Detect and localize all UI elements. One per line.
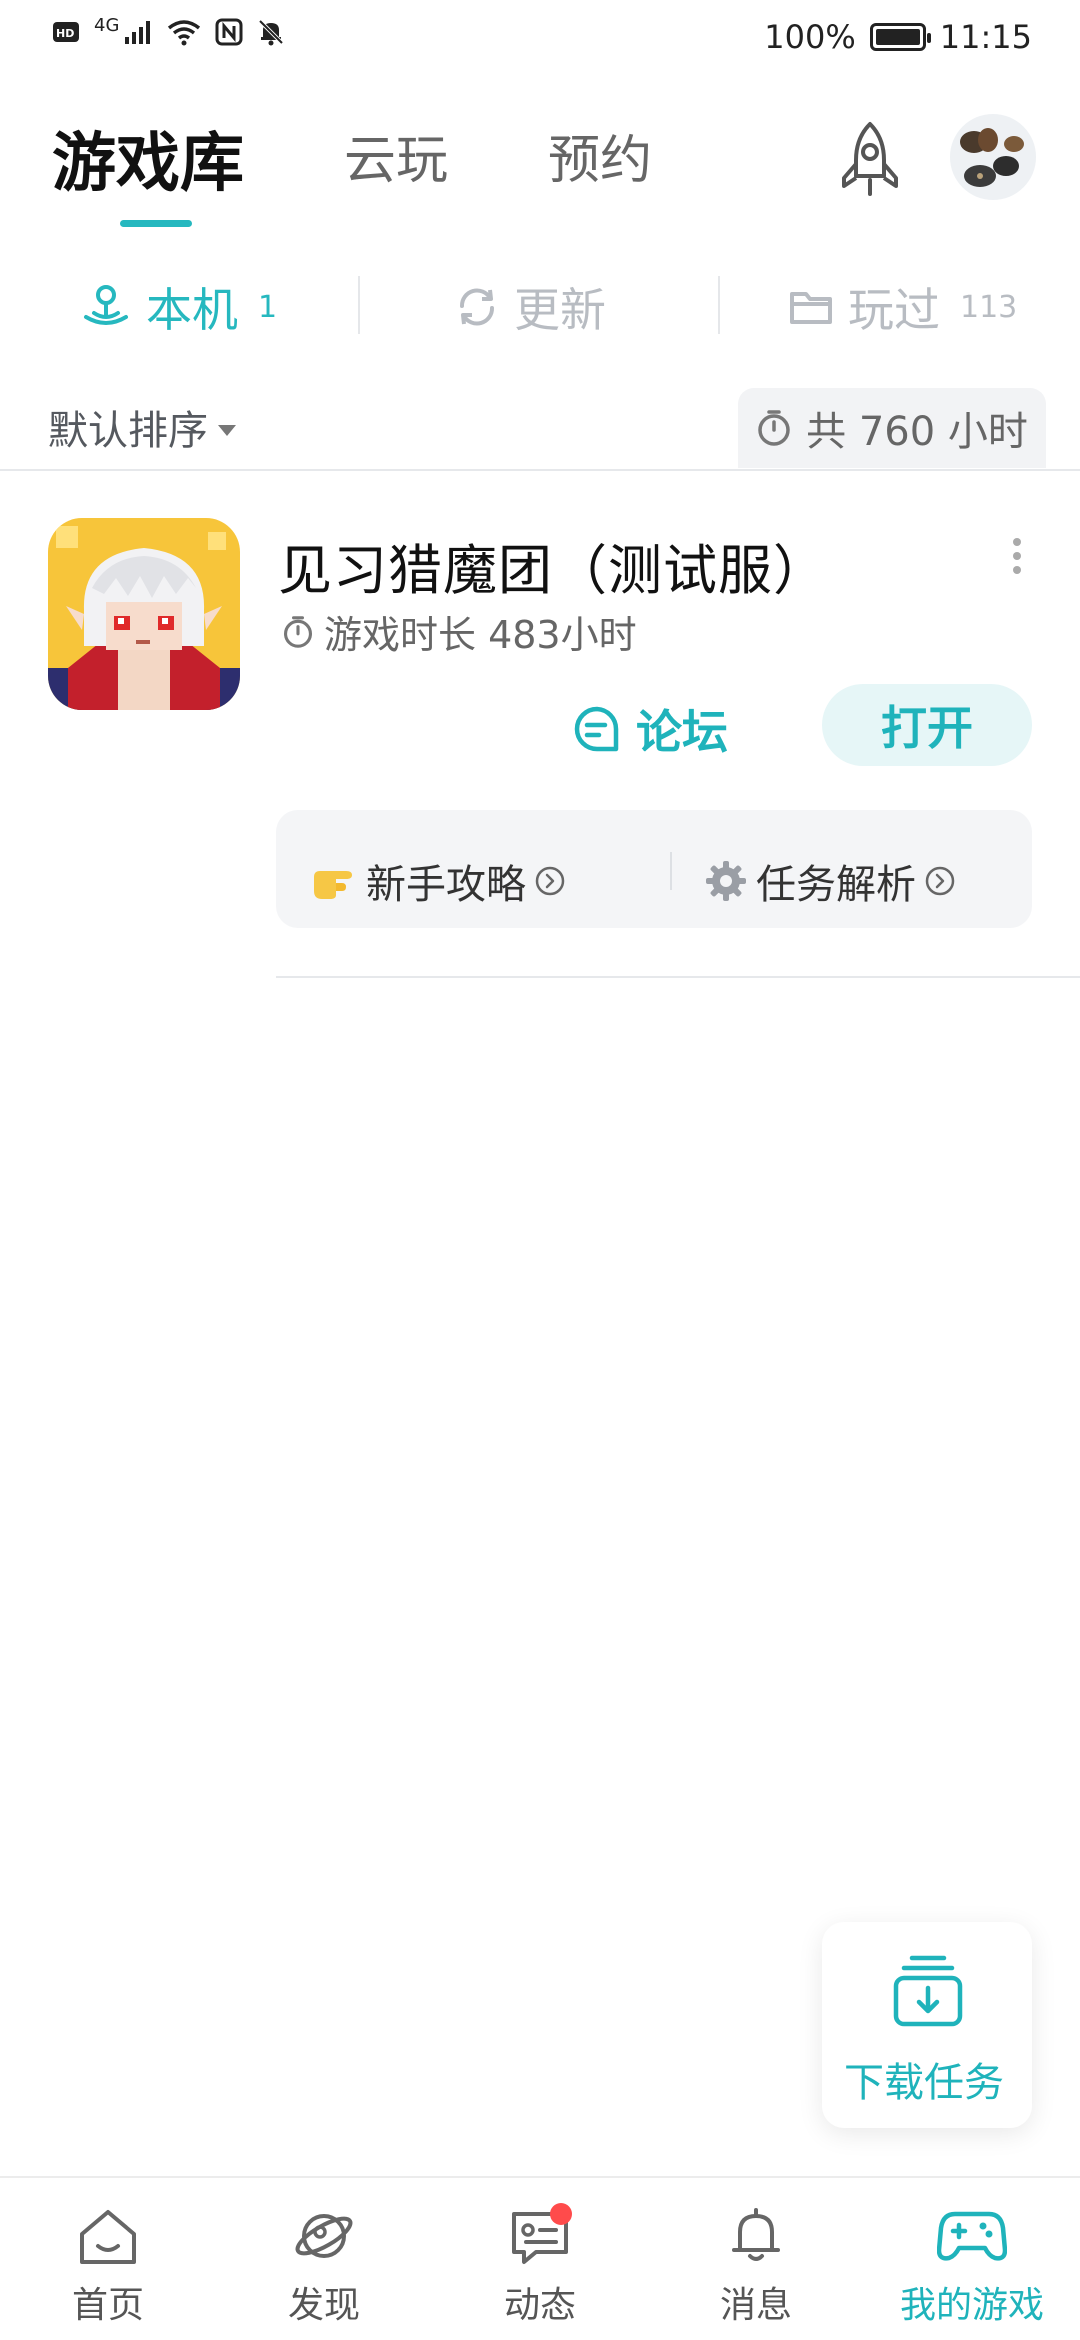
- nav-feed-label: 动态: [503, 2285, 576, 2326]
- sort-label: 默认排序: [48, 408, 208, 454]
- nav-messages[interactable]: 消息: [648, 2206, 864, 2328]
- active-tab-indicator: [120, 220, 192, 227]
- tab-game-library[interactable]: 游戏库: [52, 112, 244, 204]
- wifi-icon: [168, 20, 201, 46]
- avatar[interactable]: [950, 114, 1036, 200]
- battery-percent: 100%: [764, 18, 856, 56]
- guide-tasks[interactable]: 任务解析: [704, 852, 956, 910]
- status-left: HD 4G: [52, 14, 285, 46]
- download-icon: [893, 1955, 963, 2027]
- subtab-divider: [718, 276, 720, 334]
- bell-icon: [732, 2208, 780, 2261]
- nav-home-label: 首页: [71, 2285, 144, 2326]
- nav-my-games-label: 我的游戏: [899, 2285, 1044, 2326]
- nfc-icon: [215, 18, 243, 46]
- nav-discover[interactable]: 发现: [216, 2206, 432, 2328]
- total-playtime: 共 760 小时: [738, 388, 1046, 468]
- subtab-local-count: 1: [258, 289, 278, 325]
- battery-icon: [869, 23, 931, 51]
- forum-button[interactable]: 论坛: [572, 696, 728, 762]
- subtab-played-count: 113: [960, 289, 1018, 325]
- sort-dropdown[interactable]: 默认排序: [48, 398, 236, 456]
- clock: 11:15: [939, 18, 1032, 56]
- tab-cloud-play[interactable]: 云玩: [344, 118, 448, 193]
- forum-label: 论坛: [636, 705, 728, 759]
- subtab-played[interactable]: 玩过 113: [788, 280, 1018, 337]
- subtab-local[interactable]: 本机 1: [80, 280, 278, 337]
- forum-chat-icon: [574, 706, 619, 752]
- hd-icon: HD: [53, 22, 79, 42]
- subtab-local-label: 本机: [146, 283, 238, 337]
- folder-icon: [790, 292, 832, 324]
- bell-muted-icon: [258, 19, 284, 46]
- nav-messages-label: 消息: [719, 2285, 792, 2326]
- game-playtime: 游戏时长 483小时: [282, 604, 637, 659]
- gamepad-icon: [937, 2211, 1007, 2261]
- refresh-icon: [459, 288, 495, 326]
- tab-reservation[interactable]: 预约: [548, 118, 652, 193]
- joystick-icon: [84, 285, 128, 325]
- signal-icon: [125, 21, 151, 44]
- network-label: 4G: [94, 14, 120, 36]
- game-title[interactable]: 见习猎魔团（测试服）: [278, 526, 828, 605]
- guide-divider: [670, 852, 672, 890]
- more-options-icon[interactable]: [1010, 536, 1024, 576]
- divider: [276, 976, 1080, 978]
- pointing-hand-icon: [314, 871, 352, 899]
- home-icon: [80, 2210, 136, 2264]
- stopwatch-icon: [284, 615, 312, 648]
- butterfly-avatar-image: [950, 114, 1036, 200]
- planet-icon: [295, 2214, 353, 2258]
- status-right: 100% 11:15: [764, 18, 1032, 56]
- nav-home[interactable]: 首页: [0, 2206, 216, 2328]
- guide-beginner-label: 新手攻略: [366, 862, 526, 908]
- total-playtime-text: 共 760 小时: [806, 409, 1028, 455]
- divider: [0, 469, 1080, 471]
- chevron-circle-icon: [535, 866, 565, 896]
- svg-text:HD: HD: [56, 27, 74, 40]
- subtab-played-label: 玩过: [848, 283, 940, 337]
- stopwatch-icon: [758, 410, 790, 446]
- guide-tasks-label: 任务解析: [756, 862, 916, 908]
- chevron-circle-icon: [925, 866, 955, 896]
- status-bar: HD 4G 100% 11:15: [0, 0, 1080, 80]
- nav-discover-label: 发现: [287, 2285, 360, 2326]
- download-task-label: 下载任务: [844, 2060, 1004, 2106]
- caret-down-icon: [218, 424, 236, 436]
- rocket-icon[interactable]: [832, 120, 908, 200]
- game-playtime-text: 游戏时长 483小时: [324, 613, 637, 657]
- gear-icon: [706, 861, 746, 901]
- game-character-image: [48, 518, 240, 710]
- notification-badge: [550, 2203, 572, 2225]
- nav-feed[interactable]: 动态: [432, 2206, 648, 2328]
- subtab-divider: [358, 276, 360, 334]
- open-game-button[interactable]: 打开: [822, 684, 1032, 766]
- guide-beginner[interactable]: 新手攻略: [310, 852, 566, 910]
- nav-my-games[interactable]: 我的游戏: [864, 2206, 1080, 2328]
- subtab-updates-label: 更新: [514, 283, 606, 337]
- game-app-icon[interactable]: [48, 518, 240, 710]
- subtab-updates[interactable]: 更新: [454, 280, 606, 337]
